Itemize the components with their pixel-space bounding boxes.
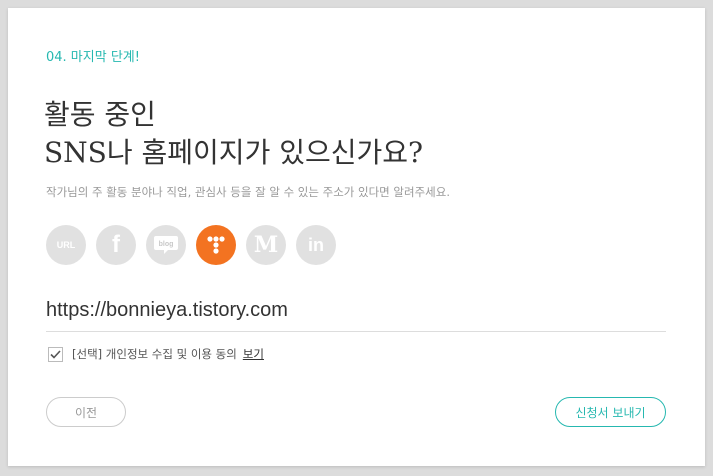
privacy-consent-label: [선택] 개인정보 수집 및 이용 동의	[72, 347, 237, 361]
tistory-icon	[207, 236, 225, 254]
page-title: 활동 중인 SNS나 홈페이지가 있으신가요?	[44, 96, 423, 172]
instruction-text: 작가님의 주 활동 분야나 직업, 관심사 등을 잘 알 수 있는 주소가 있다…	[46, 185, 450, 199]
page-title-line-2: SNS나 홈페이지가 있으신가요?	[44, 136, 424, 169]
checkmark-icon	[50, 349, 61, 359]
blog-icon-button[interactable]: blog	[146, 225, 186, 265]
facebook-icon-button[interactable]: f	[96, 225, 136, 265]
submit-application-button[interactable]: 신청서 보내기	[555, 397, 666, 427]
privacy-consent: [선택] 개인정보 수집 및 이용 동의 보기	[48, 346, 264, 362]
sns-icon-group: URL f blog M in	[46, 225, 336, 265]
url-icon-button[interactable]: URL	[46, 225, 86, 265]
medium-icon-button[interactable]: M	[246, 225, 286, 265]
page-title-line-1: 활동 중인	[44, 98, 156, 131]
blog-icon: blog	[154, 236, 178, 254]
prev-button[interactable]: 이전	[46, 397, 126, 427]
tistory-icon-button[interactable]	[196, 225, 236, 265]
medium-icon: M	[253, 232, 279, 258]
application-card: 04. 마지막 단계! 활동 중인 SNS나 홈페이지가 있으신가요? 작가님의…	[8, 8, 705, 466]
url-input[interactable]	[46, 290, 666, 332]
step-indicator: 04. 마지막 단계!	[46, 50, 140, 65]
svg-text:blog: blog	[159, 241, 174, 248]
linkedin-icon: in	[308, 234, 324, 255]
privacy-consent-checkbox[interactable]	[48, 346, 63, 362]
url-icon: URL	[56, 240, 76, 250]
linkedin-icon-button[interactable]: in	[296, 225, 336, 265]
facebook-icon: f	[112, 231, 120, 258]
privacy-view-link[interactable]: 보기	[243, 346, 264, 362]
